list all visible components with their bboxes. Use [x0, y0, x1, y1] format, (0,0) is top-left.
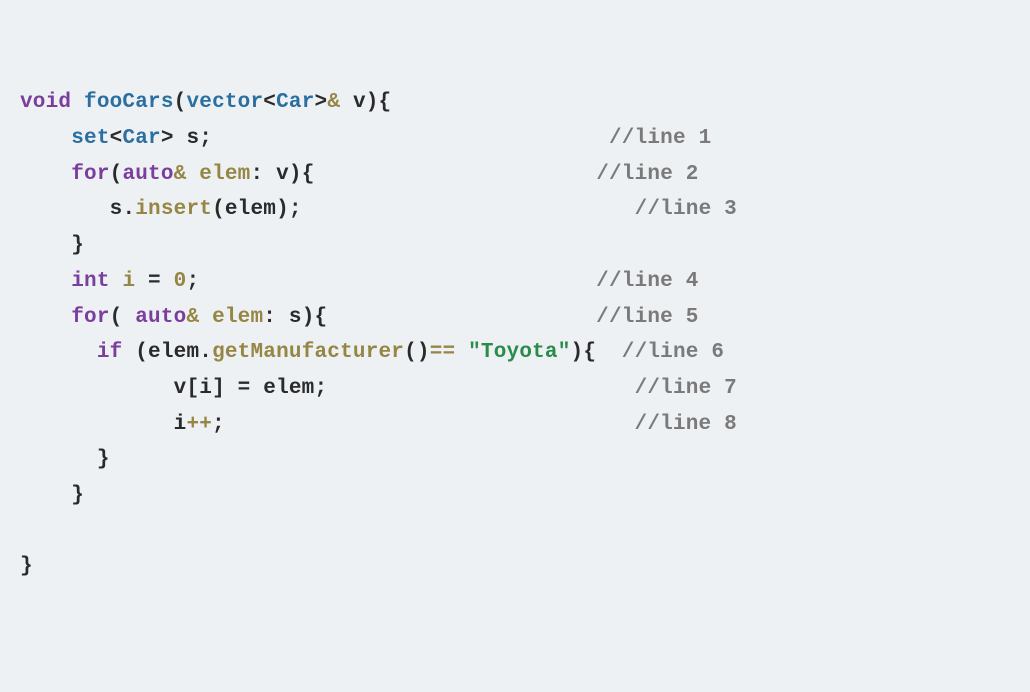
op-equals: ==: [430, 341, 468, 364]
line-9: v[i] = elem; //line 7: [20, 377, 737, 400]
paren-open: (: [110, 163, 123, 186]
type-car: Car: [122, 127, 160, 150]
keyword-for: for: [71, 306, 109, 329]
paren-close-brace: ){: [302, 306, 328, 329]
comment-line-4: //line 4: [596, 270, 698, 293]
string-toyota: "Toyota": [468, 341, 570, 364]
line-6: int i = 0; //line 4: [20, 270, 699, 293]
var-s: s: [289, 306, 302, 329]
type-vector: vector: [186, 91, 263, 114]
line-1: void fooCars(vector<Car>& v){: [20, 91, 391, 114]
keyword-for: for: [71, 163, 109, 186]
ampersand: &: [186, 306, 199, 329]
paren-open: (: [212, 198, 225, 221]
type-car: Car: [276, 91, 314, 114]
ampersand: &: [174, 163, 187, 186]
bracket-close: ]: [212, 377, 225, 400]
brace-close: }: [71, 234, 84, 257]
method-getmanufacturer: getManufacturer: [212, 341, 404, 364]
var-v: v: [276, 163, 289, 186]
paren-close-brace: ){: [366, 91, 392, 114]
var-elem: elem: [212, 306, 263, 329]
line-3: for(auto& elem: v){ //line 2: [20, 163, 699, 186]
var-elem: elem: [199, 163, 250, 186]
brace-close: }: [71, 484, 84, 507]
keyword-auto: auto: [135, 306, 186, 329]
paren-close-brace: ){: [571, 341, 597, 364]
var-i: i: [174, 413, 187, 436]
comment-line-3: //line 3: [635, 198, 737, 221]
comment-line-1: //line 1: [609, 127, 711, 150]
line-4: s.insert(elem); //line 3: [20, 198, 737, 221]
var-elem: elem: [148, 341, 199, 364]
semicolon: ;: [199, 127, 212, 150]
type-set: set: [71, 127, 109, 150]
comment-line-7: //line 7: [635, 377, 737, 400]
line-12: }: [20, 484, 84, 507]
comment-line-6: //line 6: [622, 341, 724, 364]
var-elem: elem: [263, 377, 314, 400]
semicolon: ;: [212, 413, 225, 436]
paren-close-brace: ){: [289, 163, 315, 186]
line-2: set<Car> s; //line 1: [20, 127, 711, 150]
line-8: if (elem.getManufacturer()== "Toyota"){ …: [20, 341, 724, 364]
line-5: }: [20, 234, 84, 257]
line-7: for( auto& elem: s){ //line 5: [20, 306, 699, 329]
line-13: }: [20, 555, 33, 578]
paren-open: (: [135, 341, 148, 364]
function-name: fooCars: [84, 91, 174, 114]
brace-close: }: [97, 448, 110, 471]
equals: =: [225, 377, 263, 400]
colon: :: [251, 163, 277, 186]
semicolon: ;: [186, 270, 199, 293]
dot: .: [122, 198, 135, 221]
equals: =: [135, 270, 173, 293]
line-10: i++; //line 8: [20, 413, 737, 436]
var-i: i: [122, 270, 135, 293]
ampersand: &: [327, 91, 340, 114]
var-s: s: [186, 127, 199, 150]
var-v: v: [174, 377, 187, 400]
line-11: }: [20, 448, 110, 471]
keyword-int: int: [71, 270, 109, 293]
comment-line-8: //line 8: [635, 413, 737, 436]
keyword-if: if: [97, 341, 123, 364]
var-s: s: [110, 198, 123, 221]
comment-line-2: //line 2: [596, 163, 698, 186]
var-i: i: [199, 377, 212, 400]
colon: :: [263, 306, 289, 329]
bracket-open: [: [186, 377, 199, 400]
paren-open: (: [110, 306, 136, 329]
keyword-auto: auto: [122, 163, 173, 186]
param-v: v: [353, 91, 366, 114]
paren-open: (: [174, 91, 187, 114]
parens: (): [404, 341, 430, 364]
paren-close-semi: );: [276, 198, 302, 221]
dot: .: [199, 341, 212, 364]
angle-open: <: [110, 127, 123, 150]
code-block: void fooCars(vector<Car>& v){ set<Car> s…: [20, 85, 1010, 585]
method-insert: insert: [135, 198, 212, 221]
semicolon: ;: [315, 377, 328, 400]
comment-line-5: //line 5: [596, 306, 698, 329]
op-increment: ++: [186, 413, 212, 436]
var-elem: elem: [225, 198, 276, 221]
angle-close: >: [161, 127, 174, 150]
literal-zero: 0: [174, 270, 187, 293]
angle-open: <: [263, 91, 276, 114]
brace-close: }: [20, 555, 33, 578]
keyword-void: void: [20, 91, 71, 114]
angle-close: >: [315, 91, 328, 114]
